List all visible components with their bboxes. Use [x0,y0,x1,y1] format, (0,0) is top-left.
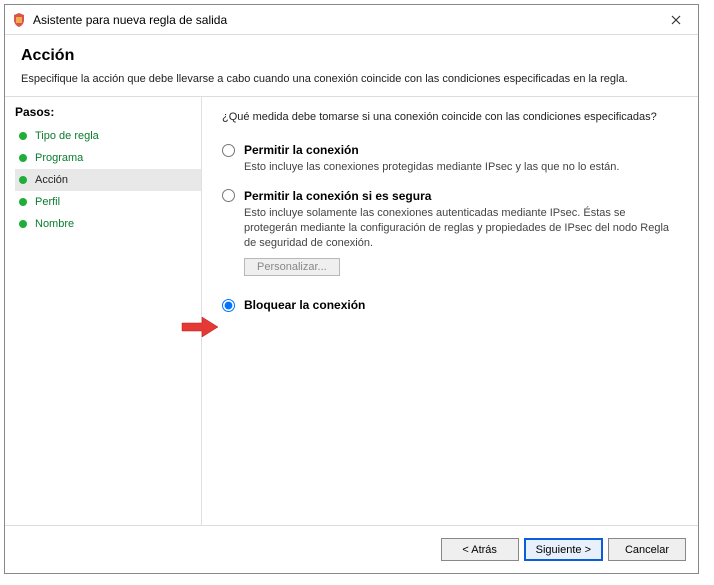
header-section: Acción Especifique la acción que debe ll… [5,35,698,96]
footer-buttons: < Atrás Siguiente > Cancelar [5,525,698,573]
bullet-icon [19,176,27,184]
bullet-icon [19,220,27,228]
option-label: Permitir la conexión [244,143,359,157]
option-label: Bloquear la conexión [244,298,365,312]
option-label: Permitir la conexión si es segura [244,189,431,203]
option-desc: Esto incluye las conexiones protegidas m… [244,160,680,175]
option-desc: Esto incluye solamente las conexiones au… [244,206,680,251]
back-button[interactable]: < Atrás [441,538,519,561]
step-accion[interactable]: Acción [15,169,201,191]
customize-button: Personalizar... [244,258,340,276]
bullet-icon [19,132,27,140]
step-perfil[interactable]: Perfil [15,191,201,213]
cancel-button[interactable]: Cancelar [608,538,686,561]
page-subtitle: Especifique la acción que debe llevarse … [21,73,682,85]
bullet-icon [19,154,27,162]
body: Pasos: Tipo de regla Programa Acción Per… [5,96,698,525]
option-bloquear: Bloquear la conexión [222,298,680,312]
option-permitir-segura: Permitir la conexión si es segura Esto i… [222,189,680,277]
page-title: Acción [21,47,682,65]
step-label: Programa [35,152,83,164]
question-text: ¿Qué medida debe tomarse si una conexión… [222,111,680,123]
radio-permitir-segura[interactable] [222,189,235,202]
close-button[interactable] [654,5,698,34]
titlebar: Asistente para nueva regla de salida [5,5,698,35]
radio-bloquear[interactable] [222,299,235,312]
step-label: Nombre [35,218,74,230]
steps-heading: Pasos: [15,105,201,119]
app-icon [11,12,27,28]
wizard-window: Asistente para nueva regla de salida Acc… [4,4,699,574]
step-label: Tipo de regla [35,130,99,142]
step-nombre[interactable]: Nombre [15,213,201,235]
arrow-callout-icon [180,315,220,339]
next-button[interactable]: Siguiente > [524,538,603,561]
step-label: Acción [35,174,68,186]
step-tipo-de-regla[interactable]: Tipo de regla [15,125,201,147]
main-panel: ¿Qué medida debe tomarse si una conexión… [201,97,698,525]
option-permitir: Permitir la conexión Esto incluye las co… [222,143,680,175]
step-label: Perfil [35,196,60,208]
window-title: Asistente para nueva regla de salida [33,13,654,27]
radio-permitir[interactable] [222,144,235,157]
bullet-icon [19,198,27,206]
step-programa[interactable]: Programa [15,147,201,169]
steps-sidebar: Pasos: Tipo de regla Programa Acción Per… [5,97,201,525]
